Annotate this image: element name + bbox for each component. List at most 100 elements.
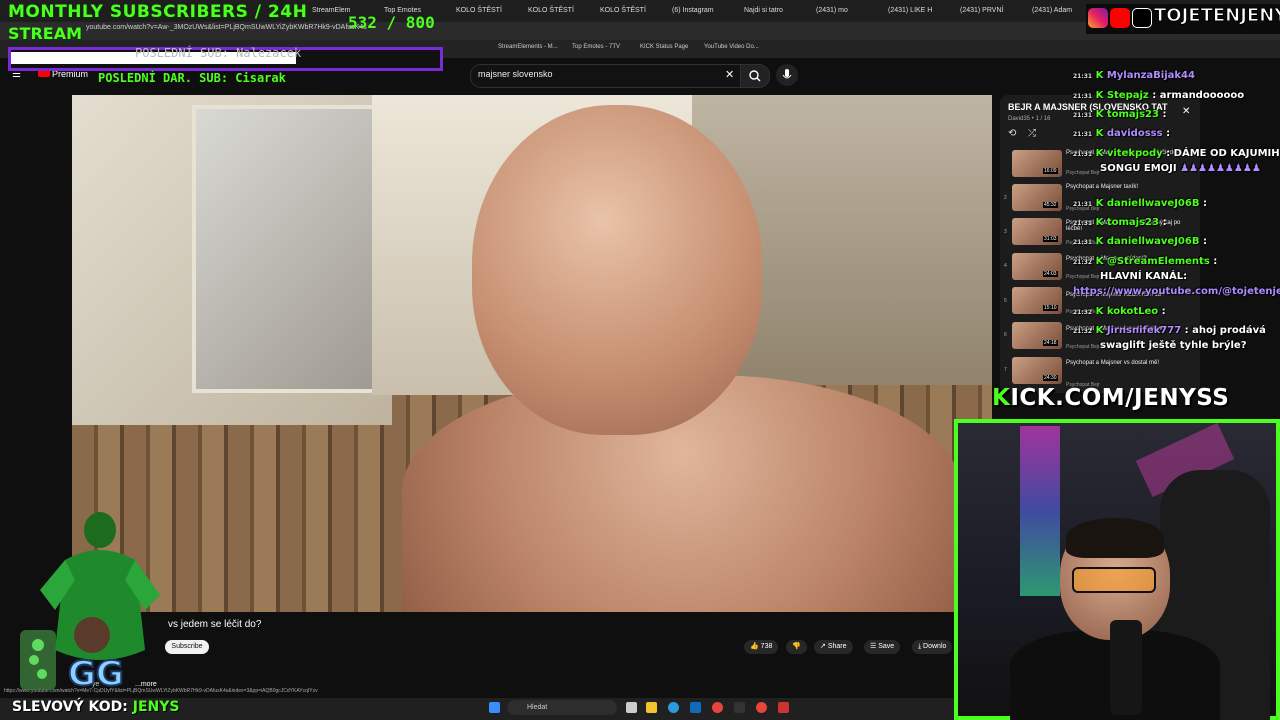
chat-time: 21:31 bbox=[1073, 73, 1093, 80]
voice-search-button[interactable] bbox=[776, 64, 798, 86]
chat-message: 21:31 K Stepajz : armandoooooo bbox=[1073, 90, 1244, 101]
chat-text: : bbox=[1162, 109, 1167, 120]
chat-text: HLAVNÍ KANÁL: bbox=[1100, 271, 1188, 282]
chat-time: 21:31 bbox=[1073, 112, 1093, 119]
bookmark-item[interactable]: KICK Status Page bbox=[640, 44, 688, 50]
chat-time: 21:31 bbox=[1073, 201, 1093, 208]
chat-time: 21:32 bbox=[1073, 328, 1093, 335]
chat-text: : bbox=[1161, 306, 1166, 317]
chat-username: daniellwaveJ06B bbox=[1106, 236, 1200, 247]
instagram-icon bbox=[1088, 8, 1108, 28]
kick-banner-k: K bbox=[992, 385, 1011, 411]
duration-badge: 24:18 bbox=[1043, 340, 1058, 346]
dislike-button[interactable]: 👎 bbox=[786, 640, 807, 654]
duration-badge: 24:03 bbox=[1043, 271, 1058, 277]
browser-tab[interactable]: (2431) mo bbox=[812, 3, 882, 19]
chrome-icon[interactable] bbox=[712, 702, 723, 713]
chat-message: swaglift ještě tyhle brýle? bbox=[1100, 340, 1247, 351]
share-icon: ↗ bbox=[820, 643, 828, 650]
search-button[interactable] bbox=[740, 64, 770, 88]
chat-username: @StreamElements bbox=[1106, 256, 1210, 267]
duration-badge: 31:03 bbox=[1043, 236, 1058, 242]
clear-search-icon[interactable]: ✕ bbox=[725, 68, 734, 81]
duration-badge: 16:09 bbox=[1043, 168, 1058, 174]
browser-tab[interactable]: KOLO ŠTĚSTÍ bbox=[596, 3, 666, 19]
discount-label: SLEVOVÝ KOD: bbox=[12, 699, 128, 715]
windows-start-icon[interactable] bbox=[489, 702, 500, 713]
playlist-item-number: 3 bbox=[1004, 229, 1007, 235]
kick-badge-icon: K bbox=[1095, 198, 1104, 209]
playlist-item-channel: Psychopat Bejr bbox=[1066, 344, 1100, 350]
social-handle: TOJETENJENYS bbox=[1153, 5, 1280, 27]
browser-tab[interactable]: (2431) PRVNÍ bbox=[956, 3, 1026, 19]
duration-badge: 45:32 bbox=[1043, 202, 1058, 208]
browser-tab[interactable]: (2431) Adam bbox=[1028, 3, 1088, 19]
mail-icon[interactable] bbox=[690, 702, 701, 713]
bookmark-item[interactable]: StreamElements - M... bbox=[498, 44, 558, 50]
chat-username: davidosss bbox=[1106, 128, 1163, 139]
terminal-icon[interactable] bbox=[734, 702, 745, 713]
discount-code: JENYS bbox=[132, 699, 180, 715]
dislike-icon: 👎 bbox=[792, 643, 801, 650]
chat-time: 21:32 bbox=[1073, 309, 1093, 316]
chat-message: 21:32 K Jirnsnifek777 : ahoj prodává bbox=[1073, 325, 1266, 336]
video-subject bbox=[472, 105, 762, 435]
app-icon[interactable] bbox=[778, 702, 789, 713]
playlist-item-number: 7 bbox=[1004, 367, 1007, 373]
chat-text: : bbox=[1166, 128, 1171, 139]
duration-badge: 15:10 bbox=[1043, 305, 1058, 311]
duration-badge: 24:30 bbox=[1043, 375, 1058, 381]
chat-message: 21:31 K vitekpody : DÁME OD KAJUMIHO bbox=[1073, 148, 1280, 159]
chat-text: : armandoooooo bbox=[1152, 90, 1245, 101]
playlist-item-number: 4 bbox=[1004, 263, 1007, 269]
playlist-item-channel: Psychopat Bejr bbox=[1066, 274, 1100, 280]
kick-badge-icon: K bbox=[1095, 325, 1104, 336]
chat-link[interactable]: https://www.youtube.com/@tojetenjenys bbox=[1073, 286, 1280, 297]
playlist-item-title[interactable]: Psychopat a Majsner vs dostal mě! bbox=[1066, 360, 1196, 366]
video-player[interactable] bbox=[72, 95, 992, 612]
browser-tab[interactable]: (2431) LIKE H bbox=[884, 3, 954, 19]
loop-icon[interactable]: ⟲ bbox=[1008, 128, 1016, 139]
svg-text:GG: GG bbox=[68, 654, 124, 694]
save-label: Save bbox=[878, 643, 895, 650]
download-button[interactable]: ⤓ Downlo bbox=[912, 640, 953, 654]
microphone bbox=[1110, 620, 1142, 715]
browser-tab[interactable]: KOLO ŠTĚSTÍ bbox=[452, 3, 522, 19]
kick-badge-icon: K bbox=[1095, 90, 1104, 101]
shuffle-icon[interactable]: ⤮ bbox=[1028, 128, 1036, 139]
chat-time: 21:32 bbox=[1073, 259, 1093, 266]
chat-text: SONGU EMOJI bbox=[1100, 163, 1177, 174]
chat-message: 21:32 K @StreamElements : bbox=[1073, 256, 1217, 267]
search-input-value[interactable]: majsner slovensko bbox=[478, 69, 553, 79]
browser-tab[interactable]: (6) Instagram bbox=[668, 3, 738, 19]
like-button[interactable]: 👍 738 bbox=[744, 640, 779, 654]
discount-code-banner: SLEVOVÝ KOD: JENYS bbox=[12, 699, 179, 715]
streamer-hair bbox=[1066, 518, 1164, 558]
url-text[interactable]: youtube.com/watch?v=Aw-_3MOzUWs&list=PLj… bbox=[86, 24, 367, 31]
chat-message: 21:31 K daniellwaveJ06B : bbox=[1073, 198, 1207, 209]
chrome-icon[interactable] bbox=[756, 702, 767, 713]
browser-tab[interactable]: KOLO ŠTĚSTÍ bbox=[524, 3, 594, 19]
playlist-item-channel: Psychopat Bejr bbox=[1066, 170, 1100, 176]
chat-username: kokotLeo bbox=[1106, 306, 1159, 317]
chat-username: tomajs23 bbox=[1106, 109, 1159, 120]
edge-icon[interactable] bbox=[668, 702, 679, 713]
share-label: Share bbox=[827, 643, 847, 650]
chat-link-text[interactable]: https://www.youtube.com/@tojetenjenys bbox=[1073, 286, 1280, 297]
browser-tab[interactable]: Najdi si tatro bbox=[740, 3, 810, 19]
chat-username: Stepajz bbox=[1106, 90, 1149, 101]
bookmark-item[interactable]: YouTube Video Do... bbox=[704, 44, 759, 50]
chat-time: 21:31 bbox=[1073, 151, 1093, 158]
chat-time: 21:31 bbox=[1073, 220, 1093, 227]
file-explorer-icon[interactable] bbox=[646, 702, 657, 713]
taskbar-search[interactable]: Hledat bbox=[507, 700, 617, 715]
playlist-item-title[interactable]: Psychopat a Majsner taxík! bbox=[1066, 184, 1196, 190]
save-button[interactable]: ☰ Save bbox=[864, 640, 901, 654]
close-playlist-icon[interactable]: ✕ bbox=[1182, 106, 1190, 117]
task-view-icon[interactable] bbox=[626, 702, 637, 713]
kick-badge-icon: K bbox=[1095, 128, 1104, 139]
share-button[interactable]: ↗ Share bbox=[814, 640, 853, 654]
bookmark-item[interactable]: Top Emotes - 7TV bbox=[572, 44, 620, 50]
subscribe-button[interactable]: Subscribe bbox=[165, 640, 209, 654]
save-icon: ☰ bbox=[870, 643, 879, 650]
